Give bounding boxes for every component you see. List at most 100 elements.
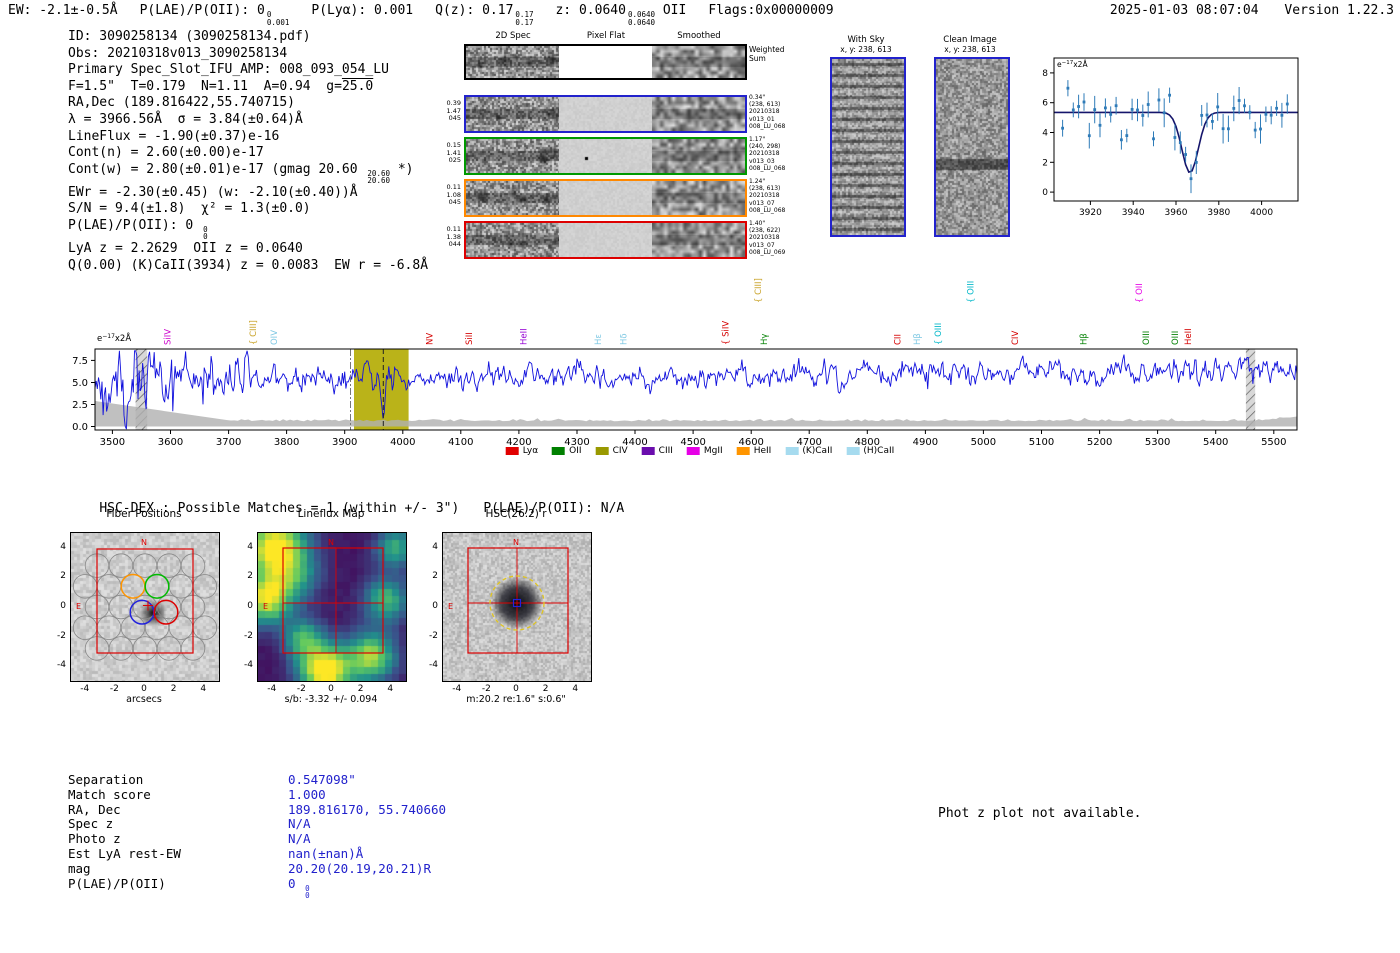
with-sky-title: With Sky	[847, 35, 885, 45]
data-point	[1264, 112, 1268, 116]
detection-highlight-band	[354, 349, 409, 430]
legend-label: (H)CaII	[863, 446, 895, 456]
header-meta: 2025-01-03 08:07:04 Version 1.22.3	[1092, 3, 1394, 18]
inset-x-tick: 3980	[1207, 208, 1230, 218]
header-segment: Flags:0x00000009	[708, 3, 834, 18]
fiber-positions-title: Fiber Positions	[106, 508, 182, 520]
data-point	[1173, 136, 1177, 139]
fiber-circle	[192, 615, 218, 640]
spec2d-pixelflat-image	[559, 223, 652, 257]
spec2d-smoothed-image	[652, 223, 745, 257]
data-point	[1077, 105, 1080, 108]
data-point	[1082, 100, 1086, 104]
info-line: P(LAE)/P(OII): 0 00	[68, 217, 208, 242]
info-line: Obs: 20210318v013_3090258134	[68, 45, 288, 61]
emission-line-label: Hβ	[913, 333, 923, 345]
fiber-circle	[96, 574, 122, 599]
legend-item: CIV	[595, 446, 628, 456]
info-line: S/N = 9.4(±1.8) χ² = 1.3(±0.0)	[68, 201, 311, 217]
fiber-circle	[132, 553, 158, 578]
spec2d-row-left-labels: 0.15 1.41 025	[446, 141, 461, 165]
spec2d-row-right-labels: 0.34" (238, 613) 20210318 v013_01 008_LU_068	[749, 94, 786, 130]
legend-swatch	[846, 447, 860, 455]
data-point	[1066, 86, 1070, 90]
data-point	[1157, 98, 1161, 102]
emission-line-label: NV	[426, 333, 436, 345]
weighted-smoothed-image	[652, 46, 745, 78]
elixer-detection-report: EW: -2.1±-0.5Å P(LAE)/P(OII): 0 0 0.001 P(Ly…	[0, 0, 1400, 953]
super-subscript: 00	[305, 883, 310, 901]
match-table-value: 0.547098"	[288, 772, 356, 787]
cutout-y-tick: 4	[60, 541, 66, 552]
cutout-x-tick: 0	[328, 684, 334, 694]
cutout-y-tick: 4	[247, 541, 253, 552]
fiber-x-axis-label: arcsecs	[126, 694, 162, 705]
y-axis-label: e−17x2Å	[97, 332, 131, 344]
fiber-circle	[192, 574, 218, 599]
cutout-x-tick: 2	[357, 684, 364, 694]
fiber-circle	[72, 615, 98, 640]
emission-line-label: OIV	[270, 330, 280, 345]
photz-note: Phot z plot not available.	[938, 806, 1142, 821]
info-line: EWr = -2.30(±0.45) (w: -2.10(±0.40))Å	[68, 184, 358, 200]
emission-line-label: OIII	[1171, 331, 1181, 345]
east-label: E	[448, 602, 453, 611]
legend-swatch	[785, 447, 799, 455]
spec2d-column-title: Pixel Flat	[586, 31, 626, 41]
data-point	[1104, 106, 1107, 110]
cutout-x-tick: 0	[141, 684, 147, 694]
spec2d-2d-image	[466, 97, 559, 131]
data-point	[1120, 138, 1123, 142]
info-line: λ = 3966.56Å σ = 3.84(±0.64)Å	[68, 111, 303, 127]
data-point	[1269, 113, 1273, 117]
header-segment: Q(z): 0.17 0.17 0.17	[435, 3, 534, 27]
cutout-x-tick: -2	[109, 684, 119, 694]
fiber-positions-overlay: NE	[71, 533, 219, 681]
plot-frame	[94, 348, 1298, 431]
main-spectrum-svg: 3500 3600 3700 3800 3900 4000 4100 4200 4300 4400…	[72, 278, 1298, 448]
east-label: E	[76, 602, 81, 611]
spec2d-column-title: Smoothed	[677, 31, 721, 41]
cutout-x-tick: 2	[542, 684, 549, 694]
spec2d-smoothed-image	[652, 97, 745, 131]
header-segment: P(Lyα): 0.001	[311, 3, 414, 18]
data-point	[1227, 127, 1230, 131]
fiber-positions-panel: NE	[70, 532, 220, 682]
data-point	[1136, 108, 1139, 112]
match-table-label: Photo z	[68, 831, 121, 847]
cutout-x-tick: -4	[80, 684, 90, 694]
spec2d-pixelflat-image	[559, 181, 652, 215]
spec2d-pixelflat-image	[559, 139, 652, 173]
emission-line-label: CIV	[1011, 331, 1021, 345]
cutout-y-tick: -4	[57, 660, 66, 671]
data-point	[1061, 126, 1064, 130]
cutout-x-tick: 4	[200, 684, 207, 694]
with-sky-coords: x, y: 238, 613	[840, 45, 892, 54]
highlighted-fiber-circle	[144, 573, 170, 599]
data-point	[1109, 113, 1113, 116]
inset-y-tick: 0	[1042, 188, 1048, 198]
x-tick-label: 3500	[100, 437, 125, 448]
cutout-x-tick: -2	[481, 684, 491, 694]
cutout-y-tick: -2	[244, 630, 253, 641]
header-segment: P(LAE)/P(OII): 0 0 0.001	[139, 3, 290, 27]
data-point	[1152, 137, 1155, 141]
fiber-circle	[132, 636, 158, 661]
match-table-row: P(LAE)/P(OII) 0 00	[68, 876, 446, 901]
report-version: Version 1.22.3	[1284, 3, 1394, 18]
spec2d-row-left-labels: 0.11 1.08 045	[446, 183, 461, 207]
fiber-circle	[72, 574, 98, 599]
north-label: N	[141, 538, 147, 547]
match-table-row: Est LyA rest-EW nan(±nan)Å	[68, 846, 446, 862]
spec2d-column-title: 2D Spec	[495, 31, 531, 41]
inset-x-tick: 3920	[1079, 208, 1102, 218]
x-tick-label: 5100	[1029, 437, 1054, 448]
highlighted-fiber-circle	[120, 573, 146, 599]
cutout-extent-box	[467, 547, 569, 654]
legend-swatch	[595, 447, 609, 455]
line-fit-inset-svg: 3920 3940 3960 3980 4000 0 2 4 6 8 e−17x2Å	[1042, 57, 1299, 218]
weighted-sum-label: Weighted Sum	[749, 45, 785, 63]
y-tick-label: 0.0	[72, 422, 88, 433]
x-tick-label: 3900	[332, 437, 357, 448]
spec2d-row	[464, 95, 747, 133]
